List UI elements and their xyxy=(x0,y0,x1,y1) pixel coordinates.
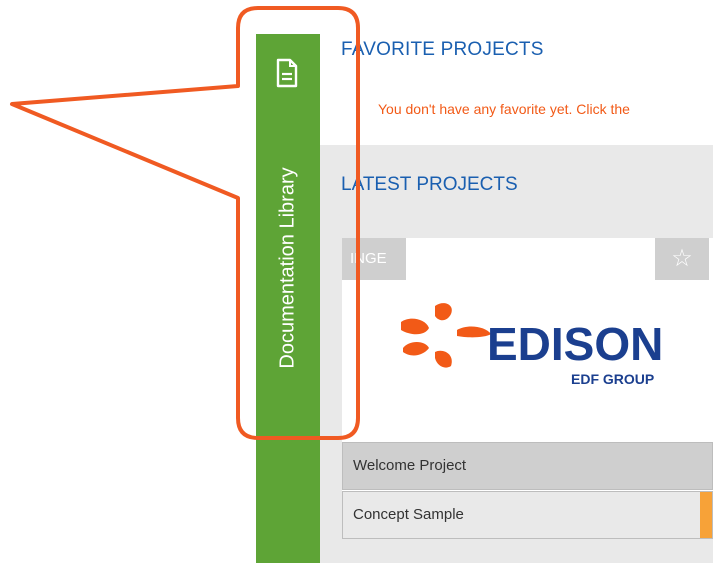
latest-projects-heading: LATEST PROJECTS xyxy=(341,174,518,195)
project-row-concept[interactable]: Concept Sample xyxy=(342,491,713,539)
edison-swirl-icon xyxy=(401,303,491,368)
project-name: Welcome Project xyxy=(353,457,467,474)
project-card-tag: INGE xyxy=(342,238,406,280)
favorites-empty-message: You don't have any favorite yet. Click t… xyxy=(378,101,630,117)
edison-logo-icon: EDISON EDF GROUP xyxy=(401,303,663,387)
documentation-library-label: Documentation Library xyxy=(276,167,299,369)
favorite-projects-heading: FAVORITE PROJECTS xyxy=(341,39,544,60)
edison-brand-text: EDISON xyxy=(487,318,663,370)
star-outline-icon: ☆ xyxy=(671,245,693,272)
project-name: Concept Sample xyxy=(353,506,464,523)
document-icon xyxy=(276,58,298,88)
status-accent-bar xyxy=(700,492,712,538)
favorite-star-button[interactable]: ☆ xyxy=(655,238,709,280)
project-row-welcome[interactable]: Welcome Project xyxy=(342,442,713,490)
edf-group-text: EDF GROUP xyxy=(571,371,654,387)
